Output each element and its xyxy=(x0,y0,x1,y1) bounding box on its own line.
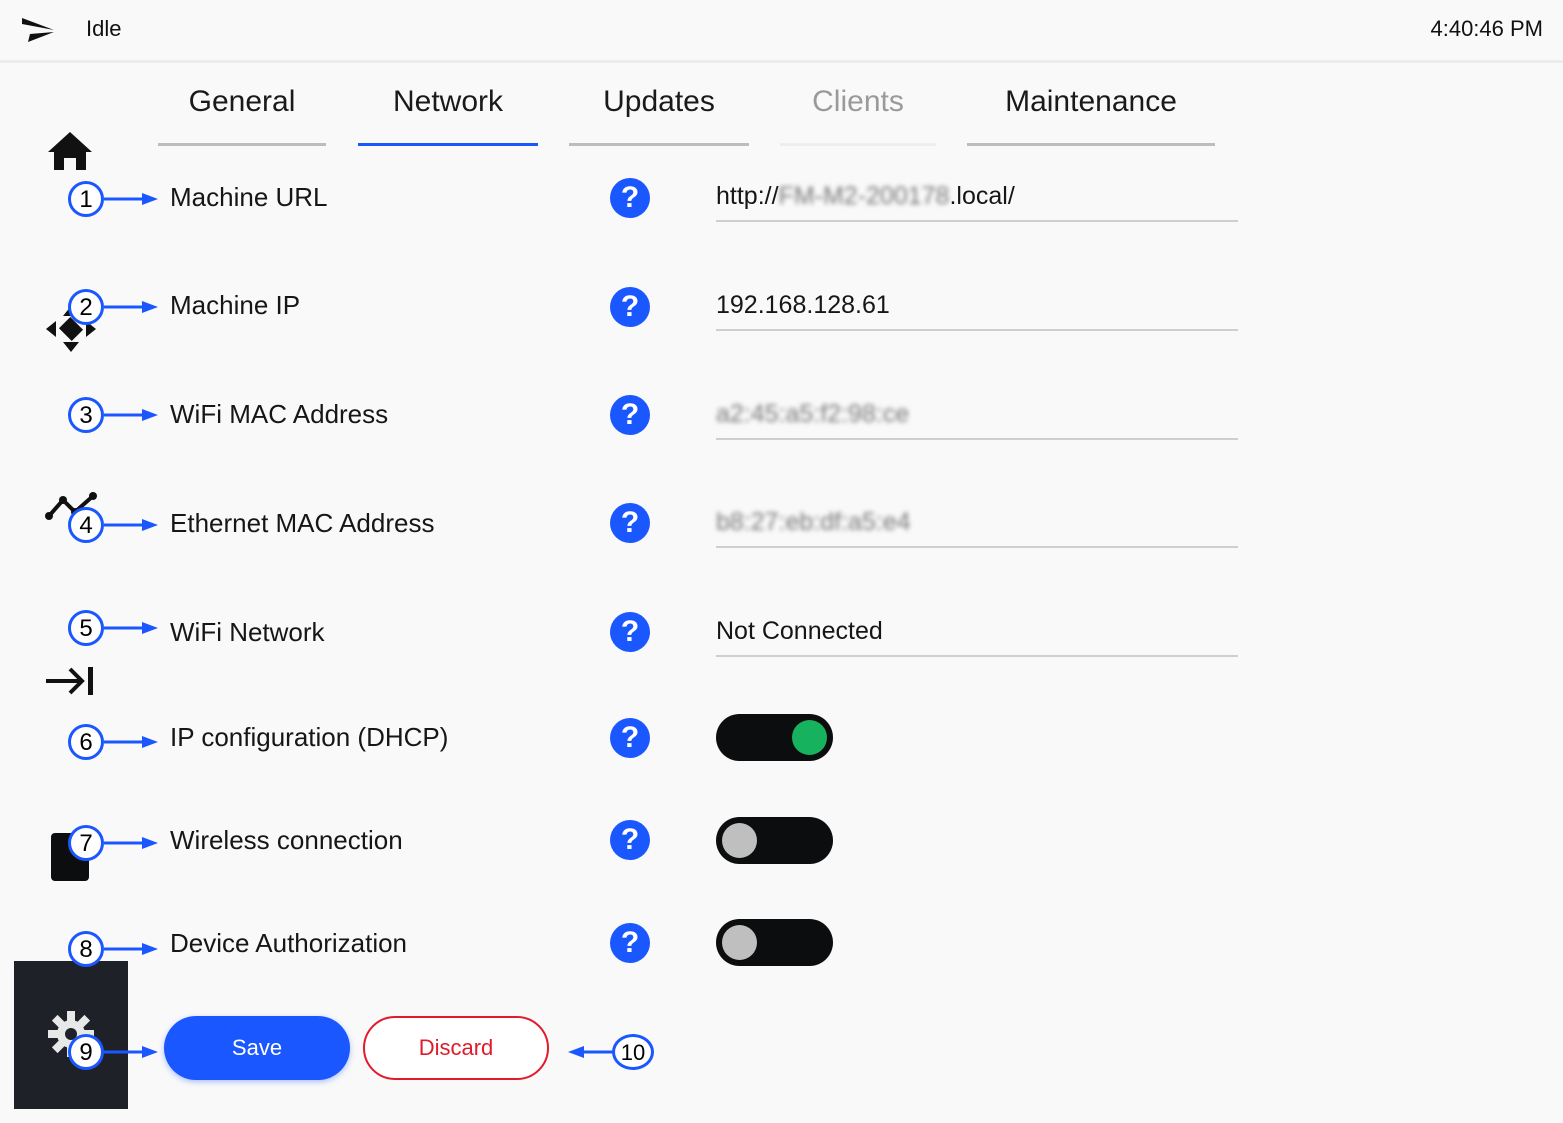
wifi-network-label: WiFi Network xyxy=(170,617,325,647)
callout-arrow-icon xyxy=(104,301,158,313)
help-icon[interactable]: ? xyxy=(610,287,650,327)
tab-general[interactable]: General xyxy=(158,80,326,146)
sidebar-active-item[interactable] xyxy=(14,961,128,1109)
home-icon[interactable] xyxy=(46,130,94,172)
paper-plane-logo-icon xyxy=(22,18,54,42)
help-icon[interactable]: ? xyxy=(610,503,650,543)
machine-url-label: Machine URL xyxy=(170,182,328,212)
tab-updates[interactable]: Updates xyxy=(569,80,749,146)
callout-marker: 2 xyxy=(68,289,104,325)
tab-network[interactable]: Network xyxy=(358,80,538,146)
clock: 4:40:46 PM xyxy=(1430,16,1543,41)
ethernet-mac-label: Ethernet MAC Address xyxy=(170,508,435,538)
machine-status: Idle xyxy=(86,16,122,41)
callout-marker: 4 xyxy=(68,507,104,543)
machine-url-field: http://FM-M2-200178.local/ xyxy=(716,176,1238,222)
dhcp-label: IP configuration (DHCP) xyxy=(170,722,449,752)
tab-maintenance[interactable]: Maintenance xyxy=(967,80,1215,146)
machine-ip-label: Machine IP xyxy=(170,290,301,320)
callout-arrow-icon xyxy=(104,1046,158,1058)
callout-marker: 8 xyxy=(68,931,104,967)
wifi-network-field: Not Connected xyxy=(716,611,1238,657)
device-auth-toggle[interactable] xyxy=(716,919,833,966)
url-prefix: http:// xyxy=(716,182,779,210)
help-icon[interactable]: ? xyxy=(610,923,650,963)
toggle-knob xyxy=(722,823,757,858)
device-auth-label: Device Authorization xyxy=(170,928,408,958)
wifi-mac-label: WiFi MAC Address xyxy=(170,399,389,429)
callout-marker: 7 xyxy=(68,825,104,861)
callout-arrow-icon xyxy=(104,409,158,421)
callout-arrow-icon xyxy=(104,837,158,849)
redacted-wifi-mac: a2:45:a5:f2:98:ce xyxy=(716,400,910,428)
help-icon[interactable]: ? xyxy=(610,178,650,218)
wireless-label: Wireless connection xyxy=(170,825,403,855)
help-icon[interactable]: ? xyxy=(610,718,650,758)
callout-arrow-icon xyxy=(104,736,158,748)
callout-marker: 6 xyxy=(68,724,104,760)
tab-arrow-icon[interactable] xyxy=(44,664,96,698)
discard-button[interactable]: Discard xyxy=(363,1016,549,1080)
top-bar: Idle 4:40:46 PM xyxy=(0,0,1563,63)
dhcp-toggle[interactable] xyxy=(716,714,833,761)
callout-marker: 10 xyxy=(612,1034,654,1070)
help-icon[interactable]: ? xyxy=(610,395,650,435)
callout-arrow-icon xyxy=(104,943,158,955)
toggle-knob xyxy=(792,720,827,755)
redacted-ethernet-mac: b8:27:eb:df:a5:e4 xyxy=(716,508,911,536)
ethernet-mac-field: b8:27:eb:df:a5:e4 xyxy=(716,502,1238,548)
callout-marker: 1 xyxy=(68,181,104,217)
callout-marker: 9 xyxy=(68,1034,104,1070)
help-icon[interactable]: ? xyxy=(610,612,650,652)
callout-arrow-icon xyxy=(568,1046,614,1058)
url-suffix: .local/ xyxy=(949,182,1015,210)
save-button[interactable]: Save xyxy=(164,1016,350,1080)
callout-arrow-icon xyxy=(104,193,158,205)
callout-marker: 5 xyxy=(68,610,104,646)
wifi-mac-field: a2:45:a5:f2:98:ce xyxy=(716,394,1238,440)
wireless-toggle[interactable] xyxy=(716,817,833,864)
toggle-knob xyxy=(722,925,757,960)
tab-clients: Clients xyxy=(780,80,936,146)
callout-marker: 3 xyxy=(68,397,104,433)
callout-arrow-icon xyxy=(104,622,158,634)
machine-ip-field: 192.168.128.61 xyxy=(716,285,1238,331)
help-icon[interactable]: ? xyxy=(610,820,650,860)
callout-arrow-icon xyxy=(104,519,158,531)
redacted-hostname: FM-M2-200178 xyxy=(778,182,950,210)
